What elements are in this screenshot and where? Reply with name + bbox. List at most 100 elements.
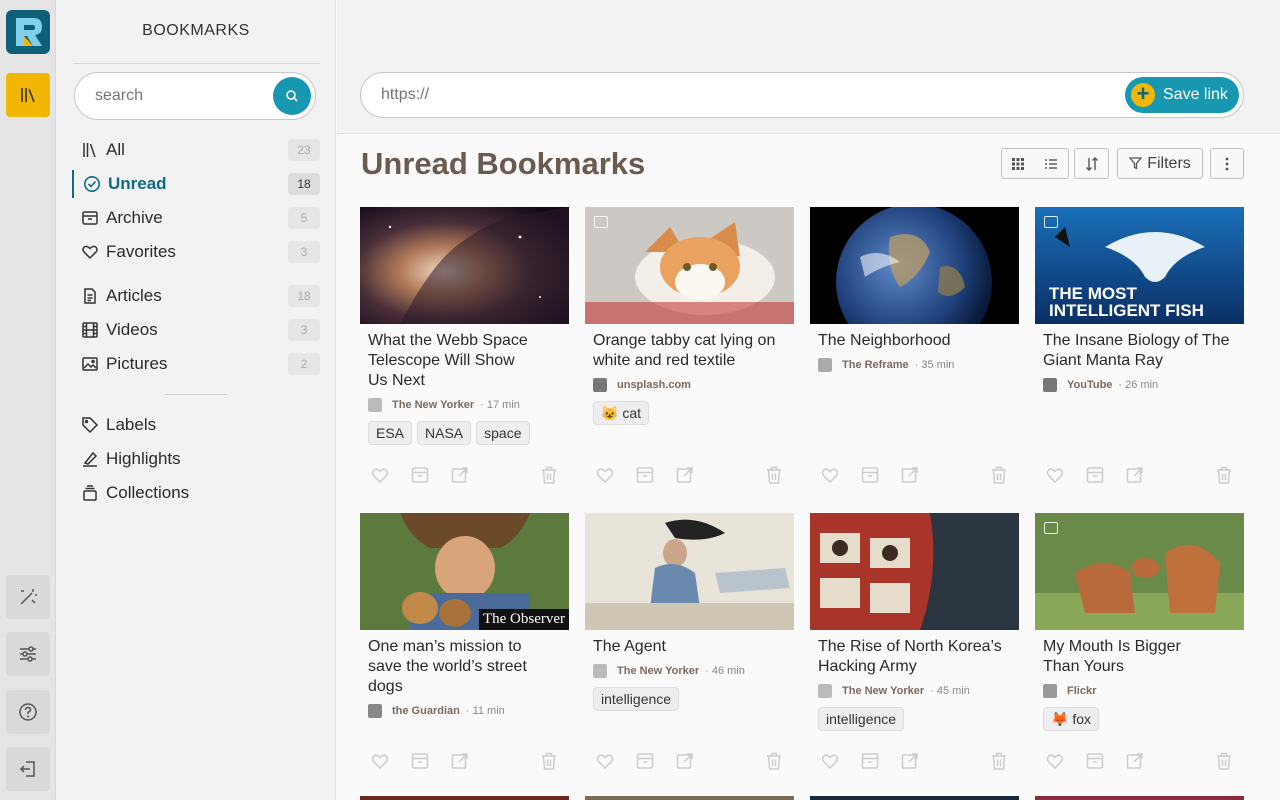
nav-label: Labels (106, 415, 157, 434)
external-link-icon[interactable] (675, 465, 695, 485)
favorite-heart-icon[interactable] (820, 751, 840, 771)
favorite-heart-icon[interactable] (1045, 465, 1065, 485)
nav-item-unread[interactable]: Unread 18 (72, 170, 320, 198)
nav-item-pictures[interactable]: Pictures 2 (72, 350, 320, 378)
archive-icon[interactable] (860, 751, 880, 771)
trash-icon[interactable] (1214, 465, 1234, 485)
card-read-time: · 35 min (914, 359, 955, 371)
card-thumbnail[interactable] (585, 207, 794, 324)
bookmark-card[interactable]: The Neighborhood The Reframe · 35 min (810, 207, 1019, 373)
nav-item-videos[interactable]: Videos 3 (72, 316, 320, 344)
card-title[interactable]: The Agent (593, 637, 753, 657)
trash-icon[interactable] (989, 751, 1009, 771)
grid-view-button[interactable] (1002, 157, 1035, 170)
logout-rail-button[interactable] (6, 747, 50, 791)
search-button[interactable] (273, 77, 311, 115)
search-input[interactable] (95, 87, 265, 105)
tag-chip[interactable]: intelligence (593, 687, 680, 711)
card-thumbnail[interactable] (360, 207, 569, 324)
card-title[interactable]: What the Webb Space Telescope Will Show … (368, 331, 528, 391)
trash-icon[interactable] (1214, 751, 1234, 771)
help-rail-button[interactable] (6, 690, 50, 734)
source-icon (368, 704, 382, 718)
library-icon (80, 140, 100, 160)
archive-icon[interactable] (635, 751, 655, 771)
favorite-heart-icon[interactable] (820, 465, 840, 485)
card-title[interactable]: The Rise of North Korea’s Hacking Army (818, 637, 1018, 677)
card-thumbnail[interactable]: THE MOST INTELLIGENT FISH (1035, 207, 1244, 324)
settings-rail-button[interactable] (6, 632, 50, 676)
tag-chip[interactable]: space (476, 421, 530, 445)
more-options-button[interactable] (1210, 148, 1244, 179)
trash-icon[interactable] (764, 465, 784, 485)
tag-chip[interactable]: NASA (417, 421, 472, 445)
trash-icon[interactable] (989, 465, 1009, 485)
card-actions (820, 751, 1019, 771)
card-thumbnail[interactable] (810, 207, 1019, 324)
nav-item-collections[interactable]: Collections (72, 479, 320, 507)
card-source: unsplash.com (617, 379, 691, 391)
archive-icon[interactable] (410, 751, 430, 771)
bookmark-card[interactable]: The Agent The New Yorker · 46 min intelli… (585, 513, 794, 711)
trash-icon[interactable] (539, 751, 559, 771)
image-type-icon (1044, 522, 1058, 534)
external-link-icon[interactable] (450, 751, 470, 771)
trash-icon[interactable] (764, 751, 784, 771)
card-title[interactable]: One man’s mission to save the world’s st… (368, 637, 528, 697)
card-thumbnail[interactable] (810, 513, 1019, 630)
card-thumbnail[interactable] (1035, 513, 1244, 630)
save-link-button[interactable]: + Save link (1125, 77, 1239, 113)
favorite-heart-icon[interactable] (595, 465, 615, 485)
card-title[interactable]: The Insane Biology of The Giant Manta Ra… (1043, 331, 1243, 371)
nav-item-labels[interactable]: Labels (72, 411, 320, 439)
app-logo[interactable] (6, 10, 50, 54)
nav-item-articles[interactable]: Articles 18 (72, 282, 320, 310)
favorite-heart-icon[interactable] (370, 751, 390, 771)
bookmark-card[interactable]: The Rise of North Korea’s Hacking Army T… (810, 513, 1019, 731)
filters-button[interactable]: Filters (1117, 148, 1203, 179)
tag-chip[interactable]: 🦊 fox (1043, 707, 1099, 731)
external-link-icon[interactable] (675, 751, 695, 771)
bookmark-card[interactable]: THE MOST INTELLIGENT FISH The Insane Bio… (1035, 207, 1244, 393)
card-thumbnail[interactable] (585, 513, 794, 630)
tag-chip[interactable]: intelligence (818, 707, 905, 731)
tools-rail-button[interactable] (6, 575, 50, 619)
archive-icon[interactable] (1085, 751, 1105, 771)
card-thumbnail[interactable]: The Observer (360, 513, 569, 630)
tag-chip[interactable]: 😺 cat (593, 401, 649, 425)
nav-item-favorites[interactable]: Favorites 3 (72, 238, 320, 266)
bookmark-card[interactable]: The Observer One man’s mission to save t… (360, 513, 569, 719)
nav-item-archive[interactable]: Archive 5 (72, 204, 320, 232)
archive-icon (80, 208, 100, 228)
card-title[interactable]: The Neighborhood (818, 331, 978, 351)
archive-icon[interactable] (1085, 465, 1105, 485)
bookmark-card[interactable]: What the Webb Space Telescope Will Show … (360, 207, 569, 445)
trash-icon[interactable] (539, 465, 559, 485)
external-link-icon[interactable] (900, 751, 920, 771)
sort-button[interactable] (1074, 148, 1109, 179)
nav-item-highlights[interactable]: Highlights (72, 445, 320, 473)
check-circle-icon (82, 174, 102, 194)
favorite-heart-icon[interactable] (1045, 751, 1065, 771)
external-link-icon[interactable] (1125, 751, 1145, 771)
favorite-heart-icon[interactable] (595, 751, 615, 771)
count-badge: 2 (288, 353, 320, 375)
url-input[interactable] (381, 86, 1081, 104)
external-link-icon[interactable] (1125, 465, 1145, 485)
bookmarks-rail-button[interactable] (6, 73, 50, 117)
archive-icon[interactable] (635, 465, 655, 485)
nav-item-all[interactable]: All 23 (72, 136, 320, 164)
card-title[interactable]: My Mouth Is Bigger Than Yours (1043, 637, 1203, 677)
bookmark-card[interactable]: My Mouth Is Bigger Than Yours Flickr 🦊 f… (1035, 513, 1244, 731)
external-link-icon[interactable] (900, 465, 920, 485)
bookmark-card[interactable]: Orange tabby cat lying on white and red … (585, 207, 794, 425)
image-type-icon (594, 216, 608, 228)
tag-chip[interactable]: ESA (368, 421, 413, 445)
favorite-heart-icon[interactable] (370, 465, 390, 485)
archive-icon[interactable] (410, 465, 430, 485)
list-view-button[interactable] (1035, 158, 1069, 170)
archive-icon[interactable] (860, 465, 880, 485)
card-title[interactable]: Orange tabby cat lying on white and red … (593, 331, 793, 371)
card-actions (370, 751, 569, 771)
external-link-icon[interactable] (450, 465, 470, 485)
